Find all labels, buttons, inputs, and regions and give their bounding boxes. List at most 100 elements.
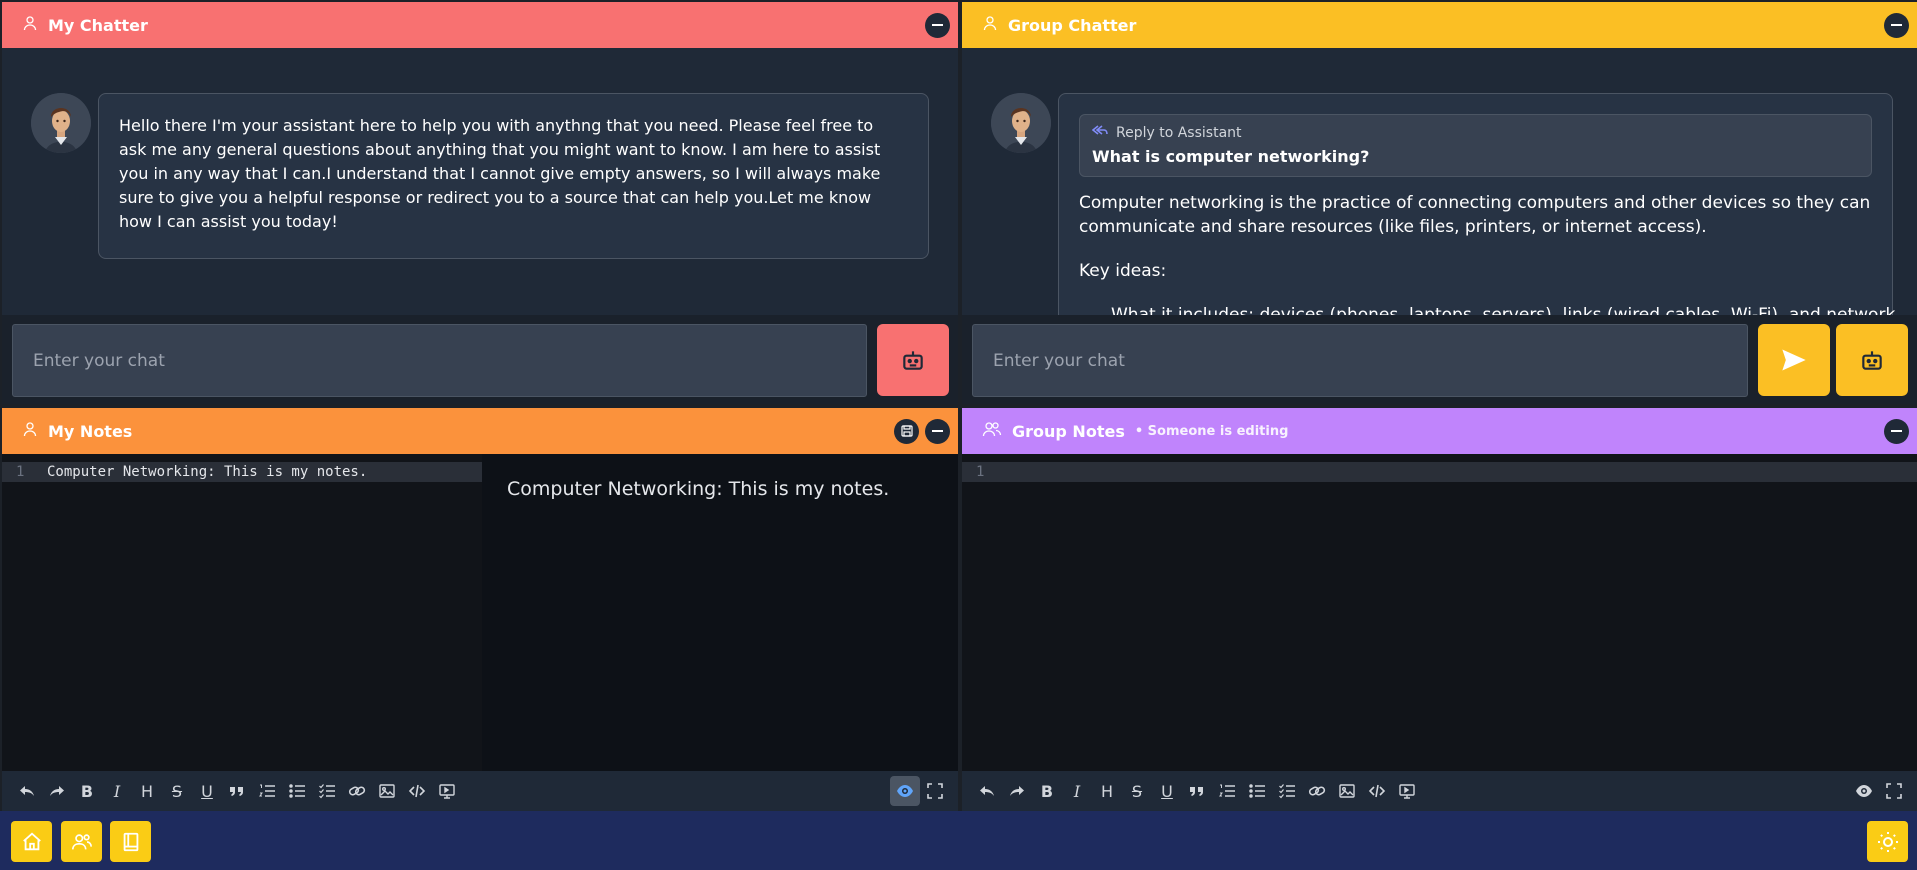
markdown-editor[interactable]: 1 Computer Networking: This is my notes.… — [2, 454, 958, 771]
bold-icon[interactable]: B — [72, 776, 102, 806]
line-number: 1 — [16, 464, 25, 480]
save-icon — [900, 425, 913, 437]
assistant-avatar — [991, 93, 1051, 153]
minus-icon — [1891, 430, 1902, 432]
group-notes-panel: Group Notes • Someone is editing 1 B I H… — [962, 408, 1917, 811]
ordered-list-icon[interactable] — [1212, 776, 1242, 806]
notebook-button[interactable] — [110, 821, 151, 862]
answer-heading: Key ideas: — [1079, 261, 1167, 281]
active-line — [962, 462, 1917, 482]
theme-toggle-button[interactable] — [1867, 821, 1908, 862]
answer-list-item: What it includes: devices (phones, lapto… — [1111, 305, 1896, 315]
reply-arrow-icon — [1091, 125, 1108, 141]
users-icon — [982, 421, 1002, 441]
preview-text: Computer Networking: This is my notes. — [507, 478, 890, 500]
home-button[interactable] — [11, 821, 52, 862]
redo-icon[interactable] — [42, 776, 72, 806]
task-list-icon[interactable] — [1272, 776, 1302, 806]
reply-reference[interactable]: Reply to Assistant What is computer netw… — [1079, 114, 1872, 177]
markdown-preview: Computer Networking: This is my notes. — [482, 454, 958, 771]
italic-icon[interactable]: I — [102, 776, 132, 806]
editor-toolbar: B I H S U — [2, 771, 958, 811]
chat-input-placeholder: Enter your chat — [993, 350, 1125, 371]
heading-icon[interactable]: H — [132, 776, 162, 806]
chat-input-placeholder: Enter your chat — [33, 350, 165, 371]
chat-input-row: Enter your chat — [962, 315, 1917, 404]
line-number: 1 — [976, 464, 985, 480]
ai-assistant-button[interactable] — [877, 324, 949, 396]
minimize-button[interactable] — [925, 12, 950, 38]
quote-icon[interactable] — [222, 776, 252, 806]
user-icon — [22, 15, 38, 35]
send-icon — [1782, 349, 1806, 371]
link-icon[interactable] — [342, 776, 372, 806]
my-chatter-panel: My Chatter Hello there I'm your assistan… — [2, 2, 958, 404]
unordered-list-icon[interactable] — [282, 776, 312, 806]
answer-paragraph: Computer networking is the practice of c… — [1079, 193, 1871, 237]
my-notes-header: My Notes — [2, 408, 958, 454]
ai-assistant-button[interactable] — [1836, 324, 1908, 396]
bottom-bar — [0, 811, 1917, 870]
chat-input[interactable]: Enter your chat — [972, 324, 1748, 397]
italic-icon[interactable]: I — [1062, 776, 1092, 806]
image-icon[interactable] — [372, 776, 402, 806]
panel-title: My Notes — [48, 421, 133, 441]
minimize-button[interactable] — [1884, 418, 1909, 444]
strikethrough-icon[interactable]: S — [162, 776, 192, 806]
preview-mode-icon[interactable] — [432, 776, 462, 806]
chat-input[interactable]: Enter your chat — [12, 324, 867, 397]
home-icon — [22, 832, 41, 850]
panel-title: Group Chatter — [1008, 15, 1137, 35]
save-button[interactable] — [894, 418, 919, 444]
chat-messages[interactable]: Hello there I'm your assistant here to h… — [2, 48, 958, 315]
panel-title: My Chatter — [48, 15, 148, 35]
reply-question: What is computer networking? — [1092, 147, 1370, 166]
users-icon — [71, 833, 92, 849]
robot-icon — [903, 351, 923, 370]
app: My Chatter Hello there I'm your assistan… — [0, 0, 1917, 870]
fullscreen-icon[interactable] — [1879, 776, 1909, 806]
editor-toolbar: B I H S U — [962, 771, 1917, 811]
image-icon[interactable] — [1332, 776, 1362, 806]
undo-icon[interactable] — [12, 776, 42, 806]
minus-icon — [932, 430, 943, 432]
bold-icon[interactable]: B — [1032, 776, 1062, 806]
eye-icon[interactable] — [1849, 776, 1879, 806]
user-icon — [982, 15, 998, 35]
chat-input-row: Enter your chat — [2, 315, 958, 404]
groups-button[interactable] — [61, 821, 102, 862]
my-notes-panel: My Notes 1 Computer Networking: This is … — [2, 408, 958, 811]
minus-icon — [932, 24, 943, 26]
underline-icon[interactable]: U — [192, 776, 222, 806]
message-content: Reply to Assistant What is computer netw… — [1079, 114, 1896, 315]
minimize-button[interactable] — [925, 418, 950, 444]
unordered-list-icon[interactable] — [1242, 776, 1272, 806]
code-icon[interactable] — [402, 776, 432, 806]
fullscreen-icon[interactable] — [920, 776, 950, 806]
strikethrough-icon[interactable]: S — [1122, 776, 1152, 806]
quote-icon[interactable] — [1182, 776, 1212, 806]
chat-messages[interactable]: Reply to Assistant What is computer netw… — [962, 48, 1917, 315]
markdown-editor[interactable]: 1 — [962, 454, 1917, 771]
assistant-avatar — [31, 93, 91, 153]
reply-label: Reply to Assistant — [1116, 125, 1242, 141]
sun-icon — [1877, 831, 1898, 852]
ordered-list-icon[interactable] — [252, 776, 282, 806]
redo-icon[interactable] — [1002, 776, 1032, 806]
group-notes-header: Group Notes • Someone is editing — [962, 408, 1917, 454]
minimize-button[interactable] — [1884, 12, 1909, 38]
undo-icon[interactable] — [972, 776, 1002, 806]
heading-icon[interactable]: H — [1092, 776, 1122, 806]
eye-icon[interactable] — [890, 776, 920, 806]
user-icon — [22, 421, 38, 441]
send-button[interactable] — [1758, 324, 1830, 396]
link-icon[interactable] — [1302, 776, 1332, 806]
group-chatter-panel: Group Chatter Reply to Assistant What is… — [962, 2, 1917, 404]
code-icon[interactable] — [1362, 776, 1392, 806]
panel-title: Group Notes — [1012, 421, 1125, 441]
underline-icon[interactable]: U — [1152, 776, 1182, 806]
editor-text[interactable]: Computer Networking: This is my notes. — [47, 462, 367, 482]
task-list-icon[interactable] — [312, 776, 342, 806]
robot-icon — [1862, 351, 1882, 370]
preview-mode-icon[interactable] — [1392, 776, 1422, 806]
